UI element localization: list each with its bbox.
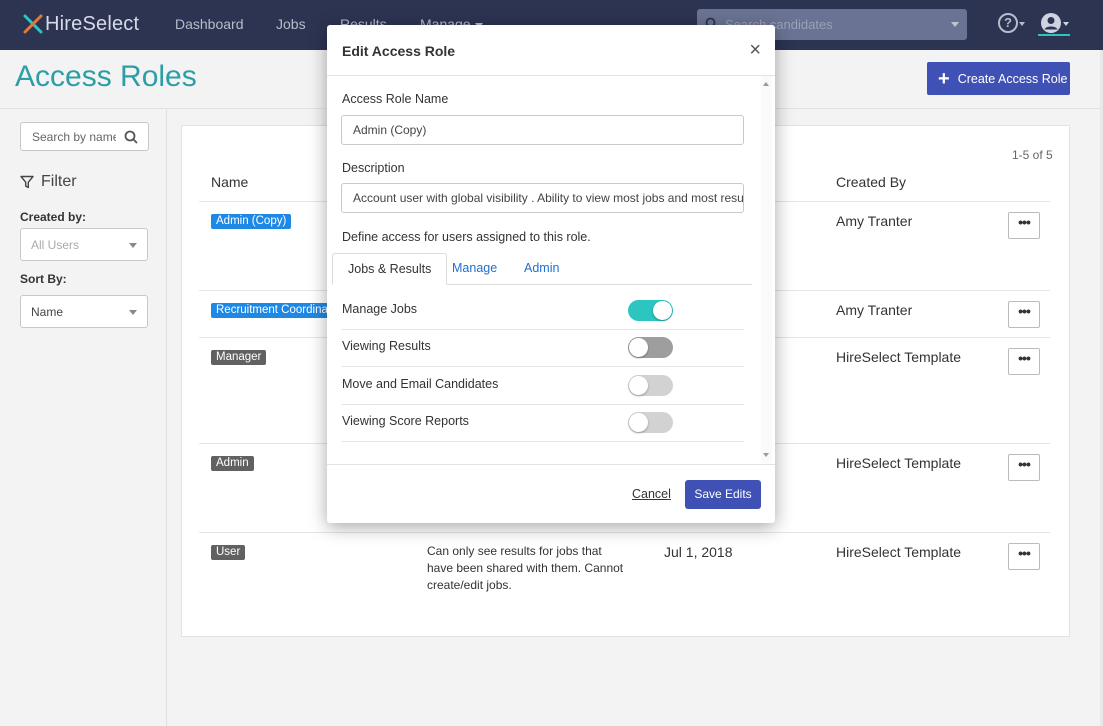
permission-divider [342, 404, 744, 405]
toggle-knob [629, 376, 648, 395]
permission-label: Viewing Score Reports [342, 414, 469, 428]
tab-admin[interactable]: Admin [509, 253, 574, 285]
move-email-candidates-toggle[interactable] [628, 375, 673, 396]
scroll-up-icon[interactable] [763, 82, 769, 86]
dialog-title: Edit Access Role [342, 43, 456, 59]
permission-label: Move and Email Candidates [342, 377, 499, 391]
viewing-score-reports-toggle[interactable] [628, 412, 673, 433]
permission-divider [342, 366, 744, 367]
permission-divider [342, 441, 744, 442]
permission-label: Manage Jobs [342, 302, 418, 316]
role-name-label: Access Role Name [342, 92, 449, 106]
permission-divider [342, 329, 744, 330]
close-icon[interactable]: × [749, 40, 761, 60]
cancel-button[interactable]: Cancel [632, 487, 671, 501]
tab-jobs-results[interactable]: Jobs & Results [332, 253, 448, 285]
toggle-knob [629, 413, 648, 432]
manage-jobs-toggle[interactable] [628, 300, 673, 321]
scroll-down-icon[interactable] [763, 453, 769, 457]
viewing-results-toggle[interactable] [628, 337, 673, 358]
save-edits-button[interactable]: Save Edits [685, 480, 761, 509]
permission-label: Viewing Results [342, 339, 431, 353]
tab-manage[interactable]: Manage [437, 253, 512, 285]
define-access-text: Define access for users assigned to this… [342, 230, 591, 244]
role-name-input[interactable]: Admin (Copy) [341, 115, 744, 145]
description-label: Description [342, 161, 405, 175]
dialog-scrollbar[interactable] [761, 76, 772, 463]
edit-access-role-dialog: Edit Access Role × Access Role Name Admi… [327, 25, 775, 523]
description-input[interactable]: Account user with global visibility . Ab… [341, 183, 744, 213]
toggle-knob [629, 338, 648, 357]
toggle-knob [653, 301, 672, 320]
dialog-header-divider [327, 75, 775, 76]
dialog-footer-divider [327, 464, 775, 465]
